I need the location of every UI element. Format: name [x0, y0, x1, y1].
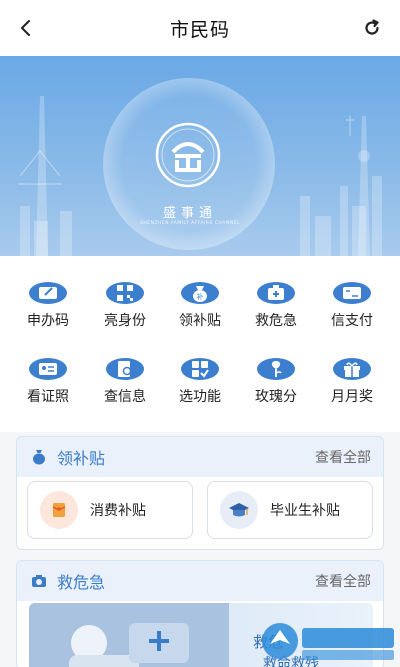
- subsidy-card-title: 领补贴: [57, 449, 106, 468]
- hero-banner: 盛事通 SHENZHEN FAMILY AFFAIRS CHANNEL: [0, 56, 400, 256]
- red-envelope-icon: [40, 491, 78, 529]
- search-document-icon: [106, 358, 144, 380]
- qr-code-icon: [106, 282, 144, 304]
- grid-item-check-info[interactable]: 查信息: [85, 332, 165, 405]
- grid-item-label: 查信息: [104, 389, 146, 405]
- page-title: 市民码: [169, 18, 230, 41]
- grid-item-label: 亮身份: [104, 313, 146, 329]
- emblem-logo-icon: [155, 122, 221, 188]
- grid-item-label: 选功能: [179, 389, 221, 405]
- function-grid: 申办码 亮身份 补 领补贴 救危急 信支付 看证照 查信息 选功能 玫瑰分 月月…: [0, 256, 400, 432]
- gift-icon: [333, 358, 371, 380]
- apps-grid-icon: [181, 358, 219, 380]
- grid-item-label: 信支付: [331, 313, 373, 329]
- camera-icon: [29, 571, 49, 591]
- subsidy-card: 领补贴 查看全部 消费补贴 毕业生补贴: [16, 436, 384, 550]
- grid-item-show-identity[interactable]: 亮身份: [85, 256, 165, 329]
- consumption-subsidy-label: 消费补贴: [90, 503, 146, 519]
- grid-item-emergency[interactable]: 救危急: [236, 256, 316, 329]
- rose-icon: [257, 358, 295, 380]
- graduation-cap-icon: [220, 491, 258, 529]
- grid-item-label: 看证照: [27, 389, 69, 405]
- top-bar: 市民码: [0, 0, 400, 56]
- subsidy-bag-icon: 补: [181, 282, 219, 304]
- grid-item-rose-score[interactable]: 玫瑰分: [236, 332, 316, 405]
- refresh-icon: [365, 19, 379, 35]
- grid-item-select-function[interactable]: 选功能: [160, 332, 240, 405]
- emergency-card-header: 救危急 查看全部: [17, 561, 383, 601]
- id-card-icon: [29, 358, 67, 380]
- svg-text:补: 补: [197, 292, 204, 301]
- site-watermark-logo: [262, 623, 394, 660]
- grid-item-label: 申办码: [27, 313, 69, 329]
- grid-item-label: 领补贴: [179, 313, 221, 329]
- grid-item-monthly-award[interactable]: 月月奖: [312, 332, 392, 405]
- grid-item-label: 玫瑰分: [255, 389, 297, 405]
- subsidy-card-header: 领补贴 查看全部: [17, 437, 383, 477]
- graduate-subsidy-label: 毕业生补贴: [270, 503, 340, 519]
- subsidy-view-all-link[interactable]: 查看全部: [315, 447, 371, 467]
- brand-name: 盛事通: [162, 206, 217, 221]
- credit-card-icon: [333, 282, 371, 304]
- emergency-card-title: 救危急: [57, 573, 106, 592]
- brand-subtitle: SHENZHEN FAMILY AFFAIRS CHANNEL: [140, 221, 240, 226]
- grid-item-view-license[interactable]: 看证照: [8, 332, 88, 405]
- grid-item-label: 救危急: [255, 313, 297, 329]
- first-aid-illustration: [29, 603, 229, 667]
- chevron-left-icon: [21, 20, 30, 36]
- subsidy-bag-icon: [29, 447, 49, 467]
- refresh-button[interactable]: [358, 14, 386, 42]
- first-aid-icon: [257, 282, 295, 304]
- card-edit-icon: [29, 282, 67, 304]
- back-button[interactable]: [12, 14, 40, 42]
- grid-item-get-subsidy[interactable]: 补 领补贴: [160, 256, 240, 329]
- grid-item-label: 月月奖: [331, 389, 373, 405]
- grid-item-apply-code[interactable]: 申办码: [8, 256, 88, 329]
- graduate-subsidy-button[interactable]: 毕业生补贴: [207, 481, 373, 539]
- grid-item-credit-pay[interactable]: 信支付: [312, 256, 392, 329]
- emergency-view-all-link[interactable]: 查看全部: [315, 571, 371, 591]
- consumption-subsidy-button[interactable]: 消费补贴: [27, 481, 193, 539]
